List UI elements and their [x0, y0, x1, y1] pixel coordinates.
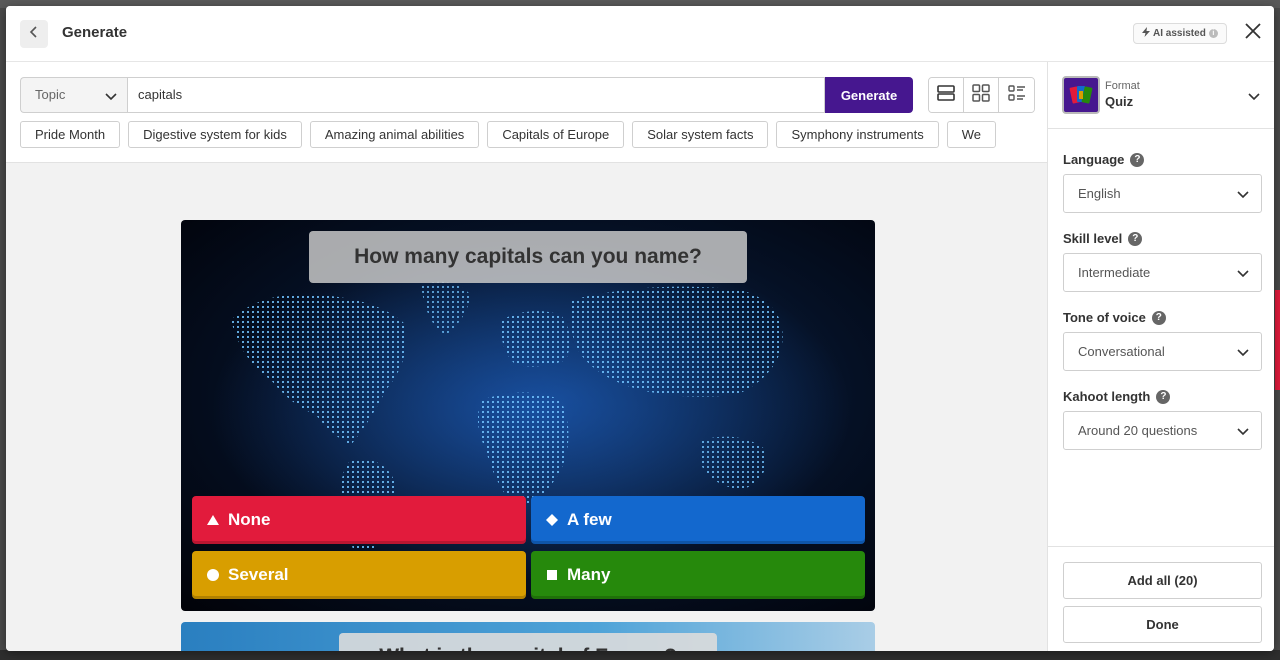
close-button[interactable]: [1242, 22, 1264, 44]
suggestion-chip[interactable]: Capitals of Europe: [487, 121, 625, 148]
chevron-down-icon: [1248, 90, 1260, 105]
answer-option-blue[interactable]: A few: [531, 496, 865, 544]
format-label: Format: [1105, 80, 1140, 92]
page-title: Generate: [62, 24, 128, 41]
backdrop-scroll-accent: [1275, 290, 1280, 390]
answer-label: Many: [567, 565, 611, 584]
answer-option-yellow[interactable]: Several: [192, 551, 526, 599]
format-selector[interactable]: Format Quiz: [1048, 62, 1274, 129]
chevron-down-icon: [105, 78, 117, 112]
language-label-text: Language: [1063, 152, 1125, 167]
kahoot-length-label: Kahoot length ?: [1063, 389, 1171, 404]
preview-area: Topic capitals Generate Pride Month Dige…: [6, 62, 1047, 651]
help-icon[interactable]: ?: [1156, 389, 1171, 404]
settings-panel: Format Quiz Language ? English Skill lev…: [1047, 62, 1274, 651]
answer-option-green[interactable]: Many: [531, 551, 865, 599]
answer-label: None: [228, 510, 271, 529]
next-question-card[interactable]: What is the capital of France?: [181, 622, 875, 651]
view-toggle-group: [928, 77, 1035, 113]
chevron-down-icon: [1237, 333, 1249, 370]
ai-assisted-badge[interactable]: AI assisted i: [1133, 23, 1227, 44]
language-select[interactable]: English: [1063, 174, 1262, 213]
question-text: How many capitals can you name?: [309, 231, 747, 283]
help-icon[interactable]: ?: [1151, 310, 1166, 325]
quiz-question-card[interactable]: How many capitals can you name? None A f…: [181, 220, 875, 611]
skill-level-label-text: Skill level: [1063, 231, 1123, 246]
backdrop-bottom-strip: [0, 650, 1280, 660]
language-label: Language ?: [1063, 152, 1145, 167]
tone-of-voice-label: Tone of voice ?: [1063, 310, 1166, 325]
triangle-icon: [206, 513, 220, 527]
answer-option-red[interactable]: None: [192, 496, 526, 544]
suggestion-chip[interactable]: We: [946, 121, 996, 148]
view-list-button[interactable]: [999, 78, 1034, 112]
next-question-text: What is the capital of France?: [339, 633, 717, 651]
ai-assisted-label: AI assisted: [1153, 28, 1206, 39]
square-icon: [545, 568, 559, 582]
tone-of-voice-value: Conversational: [1078, 344, 1165, 359]
suggestion-chip[interactable]: Symphony instruments: [776, 121, 939, 148]
suggestion-chip[interactable]: Amazing animal abilities: [309, 121, 480, 148]
suggestion-chip[interactable]: Solar system facts: [632, 121, 769, 148]
tone-of-voice-label-text: Tone of voice: [1063, 310, 1146, 325]
language-value: English: [1078, 186, 1121, 201]
quiz-format-icon: [1062, 76, 1100, 114]
list-view-icon: [1007, 83, 1027, 108]
generate-button[interactable]: Generate: [825, 77, 913, 113]
chevron-down-icon: [1237, 175, 1249, 212]
help-icon[interactable]: ?: [1128, 231, 1143, 246]
tone-of-voice-select[interactable]: Conversational: [1063, 332, 1262, 371]
view-grid-button[interactable]: [964, 78, 999, 112]
done-button[interactable]: Done: [1063, 606, 1262, 643]
format-value: Quiz: [1105, 94, 1134, 109]
answer-label: Several: [228, 565, 289, 584]
circle-icon: [206, 568, 220, 582]
skill-level-label: Skill level ?: [1063, 231, 1143, 246]
close-icon: [1244, 20, 1262, 45]
back-button[interactable]: [20, 20, 48, 48]
help-icon[interactable]: ?: [1130, 152, 1145, 167]
kahoot-length-label-text: Kahoot length: [1063, 389, 1151, 404]
search-area: Topic capitals Generate Pride Month Dige…: [6, 62, 1047, 163]
chevron-left-icon: [28, 25, 40, 43]
suggestion-chips: Pride Month Digestive system for kids Am…: [20, 121, 996, 148]
view-rows-button[interactable]: [929, 78, 964, 112]
answer-label: A few: [567, 510, 612, 529]
chevron-down-icon: [1237, 254, 1249, 291]
modal-header: Generate AI assisted i: [6, 6, 1274, 62]
chevron-down-icon: [1237, 412, 1249, 449]
suggestion-chip[interactable]: Digestive system for kids: [128, 121, 302, 148]
kahoot-length-value: Around 20 questions: [1078, 423, 1198, 438]
add-all-button[interactable]: Add all (20): [1063, 562, 1262, 599]
diamond-icon: [545, 513, 559, 527]
skill-level-value: Intermediate: [1078, 265, 1151, 280]
grid-view-icon: [971, 83, 991, 108]
topic-mode-select[interactable]: Topic: [20, 77, 127, 113]
skill-level-select[interactable]: Intermediate: [1063, 253, 1262, 292]
panel-footer: Add all (20) Done: [1048, 546, 1274, 651]
lightning-icon: [1142, 27, 1150, 40]
topic-input[interactable]: capitals: [127, 77, 825, 113]
suggestion-chip[interactable]: Pride Month: [20, 121, 121, 148]
rows-view-icon: [936, 83, 956, 108]
generate-modal: Generate AI assisted i Topic capitals Ge…: [6, 6, 1274, 651]
topic-mode-value: Topic: [35, 87, 66, 102]
info-icon: i: [1208, 29, 1218, 38]
kahoot-length-select[interactable]: Around 20 questions: [1063, 411, 1262, 450]
